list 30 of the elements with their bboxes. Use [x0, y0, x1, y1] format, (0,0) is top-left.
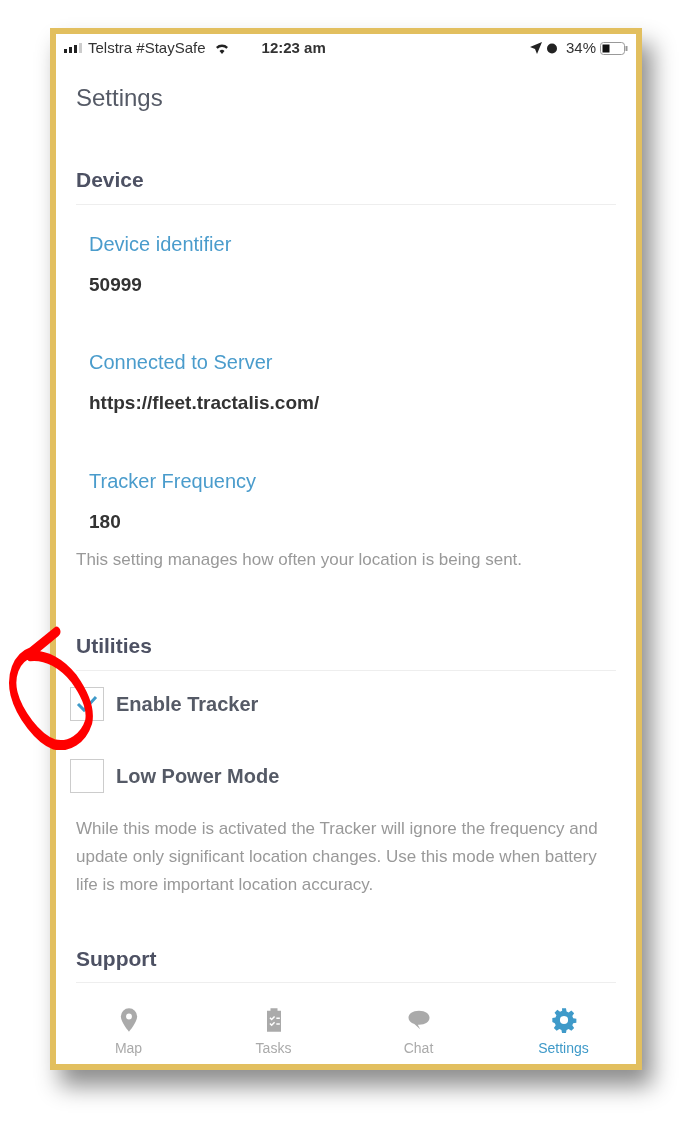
field-label: Connected to Server [88, 350, 274, 375]
field-value: https://fleet.tractalis.com/ [88, 391, 321, 415]
checkbox[interactable] [70, 758, 104, 793]
tab[interactable]: Map [56, 1000, 201, 1064]
battery-percent: 34% [565, 37, 596, 58]
signal-icon [64, 43, 84, 53]
battery-icon [600, 41, 628, 55]
field-value: 50999 [88, 272, 143, 297]
location-arrow-icon [529, 42, 542, 54]
section-heading: Utilities [76, 633, 153, 659]
help-text: While this mode is activated the Tracker will ignore the frequency and update only significant location changes. Use this mode when battery life is more important location accuracy. [76, 817, 599, 896]
tab[interactable]: Chat [346, 1000, 491, 1064]
wifi-icon [213, 42, 230, 54]
gear-icon [549, 1005, 578, 1034]
tab[interactable]: Tasks [201, 1000, 346, 1064]
section-heading: Device [76, 167, 145, 193]
field-label: Tracker Frequency [88, 468, 258, 494]
section-heading: Support [76, 945, 158, 972]
checkbox-label: Enable Tracker [116, 691, 259, 717]
carrier-name: Telstra #StaySafe [88, 37, 206, 58]
help-text: This setting manages how often your location is being sent. [76, 549, 524, 571]
field-value: 180 [88, 509, 122, 534]
clock-time: 12:23 am [261, 37, 326, 58]
check-icon [76, 694, 98, 713]
alarm-clock-icon [545, 42, 558, 54]
tab[interactable]: Settings [491, 1000, 636, 1064]
checkbox-label: Low Power Mode [116, 763, 280, 789]
page-title: Settings [76, 83, 164, 113]
field-label: Device identifier [88, 231, 233, 257]
checkbox[interactable] [70, 686, 104, 721]
